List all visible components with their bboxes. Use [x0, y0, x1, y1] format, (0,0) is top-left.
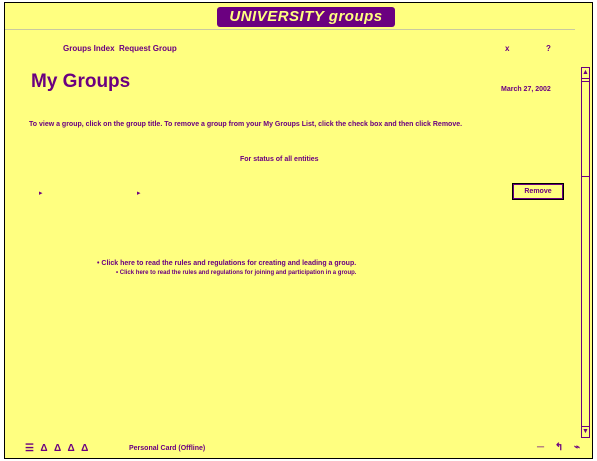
date-label: March 27, 2002	[501, 86, 551, 93]
group-title-column-marker: ▸	[39, 190, 43, 197]
university-groups-logo[interactable]: UNIVERSITY groups	[217, 7, 395, 27]
scroll-down-arrow-icon[interactable]: ▼	[581, 426, 590, 438]
vertical-scrollbar[interactable]: ▲ ▼	[581, 67, 590, 438]
rules-joining-link[interactable]: • Click here to read the rules and regul…	[116, 270, 356, 276]
scroll-thumb[interactable]	[581, 81, 590, 177]
scroll-up-arrow-icon[interactable]: ▲	[581, 67, 590, 79]
page-title: My Groups	[31, 71, 131, 92]
group-check-column-marker: ▸	[137, 190, 141, 197]
status-bar: ☰ Δ Δ Δ Δ Personal Card (Offline) ─ ↰ ⌁	[5, 441, 592, 458]
page-frame: UNIVERSITY groups Groups Index Request G…	[4, 2, 593, 459]
status-icons[interactable]: ☰ Δ Δ Δ Δ	[25, 443, 90, 454]
rules-creating-link[interactable]: • Click here to read the rules and regul…	[97, 260, 356, 267]
remove-button[interactable]: Remove	[512, 183, 564, 200]
close-icon[interactable]: x	[505, 44, 509, 53]
nav-groups-index[interactable]: Groups Index	[63, 44, 115, 53]
help-icon[interactable]: ?	[546, 44, 551, 53]
instructions-text: To view a group, click on the group titl…	[29, 121, 463, 128]
nav-request-group[interactable]: Request Group	[119, 44, 177, 53]
top-nav-bar: Groups Index Request Group x ?	[5, 29, 575, 58]
status-text: Personal Card (Offline)	[129, 445, 206, 452]
status-right-icons[interactable]: ─ ↰ ⌁	[537, 442, 584, 453]
status-filter-link[interactable]: For status of all entities	[240, 156, 319, 163]
